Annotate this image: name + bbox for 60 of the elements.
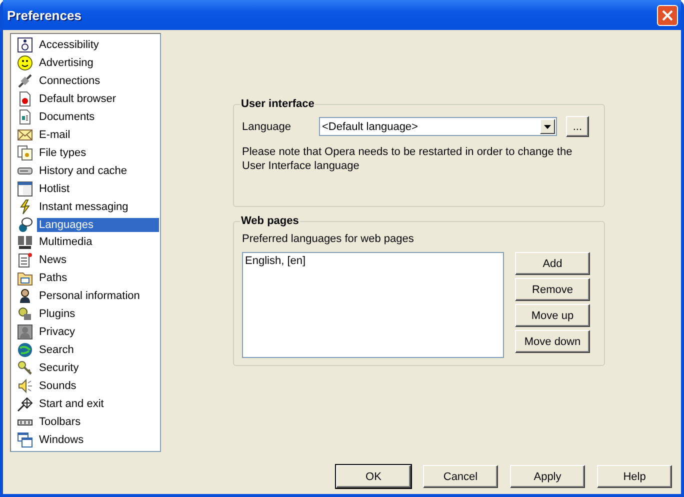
list-action-button[interactable]: Add bbox=[515, 252, 590, 275]
document-icon bbox=[17, 108, 33, 125]
window-title: Preferences bbox=[7, 8, 82, 22]
note-icon bbox=[17, 252, 33, 268]
language-dropdown[interactable]: <Default language> bbox=[318, 117, 557, 136]
category-item[interactable]: Default browser bbox=[37, 92, 118, 106]
language-label: Language bbox=[242, 120, 291, 132]
plugin-icon bbox=[17, 306, 33, 322]
category-item[interactable]: Sounds bbox=[37, 379, 78, 394]
group-title: User interface bbox=[240, 98, 316, 110]
dialog-button[interactable]: Apply bbox=[510, 465, 585, 488]
language-item[interactable]: English, [en] bbox=[245, 255, 501, 267]
person-icon bbox=[17, 288, 33, 304]
multimedia-icon bbox=[17, 234, 33, 250]
plug-icon bbox=[17, 72, 33, 89]
folder-icon bbox=[17, 270, 33, 286]
category-item[interactable]: Accessibility bbox=[37, 38, 101, 52]
file-types-icon bbox=[17, 144, 33, 161]
category-item[interactable]: Plugins bbox=[37, 307, 78, 322]
silhouette-icon bbox=[17, 324, 33, 340]
key-icon bbox=[17, 360, 33, 376]
category-item[interactable]: Search bbox=[37, 343, 76, 358]
windows-icon bbox=[17, 432, 33, 448]
category-item[interactable]: Windows bbox=[37, 432, 86, 447]
caret-icon bbox=[544, 124, 551, 128]
category-item[interactable]: Start and exit bbox=[37, 397, 106, 412]
category-item[interactable]: File types bbox=[37, 146, 88, 160]
category-item[interactable]: E-mail bbox=[37, 128, 72, 142]
category-item[interactable]: Instant messaging bbox=[37, 200, 130, 214]
dialog-button[interactable]: Cancel bbox=[423, 465, 498, 488]
list-action-button[interactable]: Move up bbox=[515, 304, 590, 327]
category-item[interactable]: News bbox=[37, 253, 69, 268]
category-item[interactable]: Toolbars bbox=[37, 414, 83, 429]
category-item[interactable]: Security bbox=[37, 361, 81, 376]
close-button[interactable] bbox=[657, 4, 678, 26]
list-action-button[interactable]: Move down bbox=[515, 330, 590, 353]
category-item[interactable]: Multimedia bbox=[37, 235, 94, 250]
window-icon bbox=[17, 180, 33, 197]
category-item[interactable]: Languages bbox=[37, 218, 159, 232]
category-item[interactable]: Documents bbox=[37, 110, 97, 124]
dialog-button[interactable]: Help bbox=[597, 465, 672, 488]
category-item[interactable]: History and cache bbox=[37, 164, 130, 178]
restart-note: Please note that Opera needs to be restarted in order to change the User Interface language bbox=[242, 145, 574, 173]
speaker-icon bbox=[17, 378, 33, 394]
list-action-button[interactable]: Remove bbox=[515, 278, 590, 301]
category-item[interactable]: Advertising bbox=[37, 56, 96, 70]
smiley-icon bbox=[17, 54, 33, 71]
category-item[interactable]: Connections bbox=[37, 74, 102, 88]
envelope-icon bbox=[17, 126, 33, 143]
browse-button[interactable]: ... bbox=[566, 116, 589, 137]
category-item[interactable]: Privacy bbox=[37, 325, 78, 340]
group-title: Web pages bbox=[240, 215, 300, 227]
preferred-languages-label: Preferred languages for web pages bbox=[242, 233, 415, 245]
category-item[interactable]: Hotlist bbox=[37, 182, 72, 196]
close-icon bbox=[662, 10, 673, 20]
category-item[interactable]: Personal information bbox=[37, 289, 142, 304]
dialog-button[interactable]: OK bbox=[336, 465, 411, 488]
category-item[interactable]: Paths bbox=[37, 271, 70, 286]
lightning-icon bbox=[17, 198, 33, 215]
document-icon bbox=[17, 90, 33, 107]
